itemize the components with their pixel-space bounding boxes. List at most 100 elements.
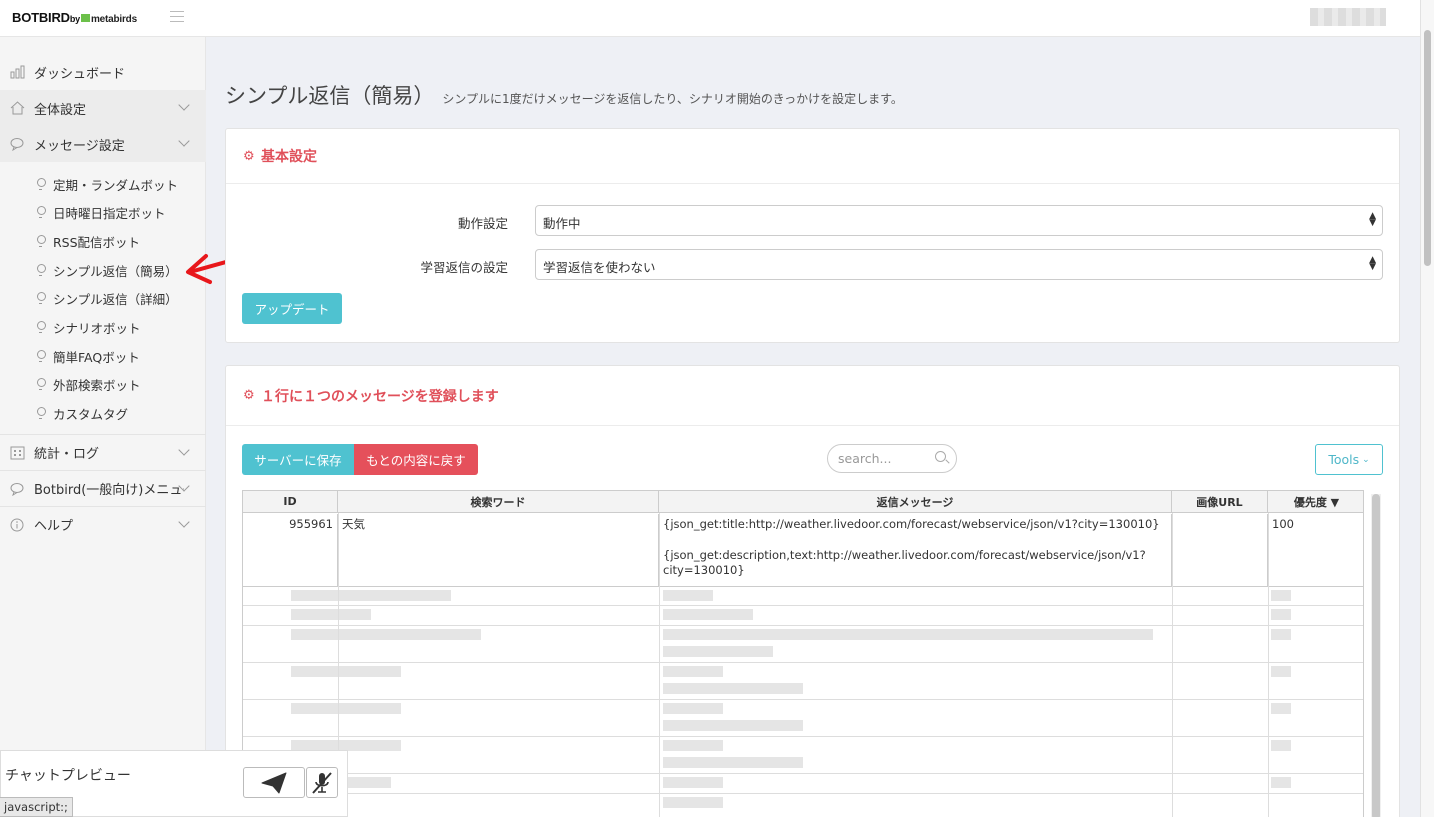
metabirds-logo-icon	[80, 14, 90, 22]
column-separator	[1268, 513, 1269, 817]
sidebar-subitem-scenario-bot[interactable]: シナリオボット	[36, 314, 141, 340]
sidebar: ダッシュボード 全体設定 メッセージ設定 定期・ランダムボット 日時曜日指定ボッ…	[0, 37, 206, 817]
table-scrollbar-thumb[interactable]	[1372, 494, 1380, 817]
sidebar-item-global-settings[interactable]: 全体設定	[0, 90, 206, 126]
learning-reply-value: 学習返信を使わない	[543, 260, 656, 275]
sidebar-subitem-external-search-bot[interactable]: 外部検索ボット	[36, 371, 141, 397]
column-header-keyword[interactable]: 検索ワード	[338, 491, 659, 513]
blurred-row-content	[1271, 629, 1291, 640]
updown-arrows-icon: ▲ ▼	[1369, 211, 1376, 228]
learning-reply-label: 学習返信の設定	[420, 260, 508, 275]
blurred-row-content	[1271, 590, 1291, 601]
cell-priority[interactable]: 100	[1268, 514, 1363, 586]
sidebar-subitem-datetime-bot[interactable]: 日時曜日指定ボット	[36, 199, 166, 225]
blurred-row-content	[1271, 740, 1291, 751]
search-placeholder: search...	[838, 451, 892, 466]
user-menu-blurred[interactable]	[1310, 8, 1386, 26]
column-header-priority[interactable]: 優先度 ▼	[1268, 491, 1363, 513]
chevron-down-icon: ⌄	[1362, 454, 1370, 465]
sidebar-item-botbird-menu[interactable]: Botbird(一般向け)メニュー	[0, 470, 206, 506]
top-bar: BOTBIRDby metabirds	[0, 0, 1420, 37]
grid-icon	[10, 446, 25, 460]
cell-reply[interactable]: {json_get:title:http://weather.livedoor.…	[659, 514, 1172, 586]
operation-setting-select[interactable]: 動作中 ▲ ▼	[535, 205, 1383, 236]
menu-toggle-icon[interactable]	[170, 11, 184, 23]
save-to-server-button[interactable]: サーバーに保存	[242, 444, 354, 475]
sidebar-subitem-label: シナリオボット	[53, 320, 141, 336]
info-icon	[10, 518, 25, 532]
sidebar-subitem-label: シンプル返信（詳細）	[53, 291, 178, 307]
revert-button[interactable]: もとの内容に戻す	[354, 444, 478, 475]
sidebar-item-message-settings[interactable]: メッセージ設定	[0, 126, 206, 162]
column-separator	[659, 513, 660, 817]
cell-image-url[interactable]	[1172, 514, 1268, 586]
blurred-row-content	[291, 590, 451, 601]
logo-by-text: by	[69, 14, 80, 24]
column-header-image-url[interactable]: 画像URL	[1172, 491, 1268, 513]
learning-reply-select[interactable]: 学習返信を使わない ▲ ▼	[535, 249, 1383, 280]
cell-id[interactable]: 955961	[243, 514, 338, 586]
sidebar-item-stats-log[interactable]: 統計・ログ	[0, 434, 206, 470]
lightbulb-icon	[36, 407, 46, 419]
column-separator	[1172, 513, 1173, 817]
tools-button[interactable]: Tools ⌄	[1315, 444, 1383, 475]
send-button[interactable]	[243, 767, 305, 798]
bar-chart-icon	[10, 65, 25, 79]
logo-partner-text: metabirds	[90, 14, 137, 25]
messages-heading-text: １行に１つのメッセージを登録します	[261, 388, 499, 405]
blurred-row-content	[663, 590, 713, 601]
sidebar-item-help[interactable]: ヘルプ	[0, 506, 206, 542]
sidebar-subitem-label: 定期・ランダムボット	[53, 177, 179, 193]
blurred-row-content	[663, 797, 723, 808]
page-scrollbar-thumb[interactable]	[1424, 30, 1431, 266]
blurred-row-content	[663, 683, 803, 694]
sidebar-subitem-label: 外部検索ボット	[53, 377, 141, 393]
lightbulb-icon	[36, 235, 46, 247]
updown-arrows-icon: ▲ ▼	[1369, 255, 1376, 272]
operation-setting-value: 動作中	[543, 216, 581, 231]
blurred-row-content	[291, 666, 401, 677]
row-separator	[243, 793, 1363, 794]
sidebar-subitem-simple-reply-easy[interactable]: シンプル返信（簡易）	[36, 257, 178, 283]
search-icon	[935, 451, 946, 462]
sidebar-subitem-rss-bot[interactable]: RSS配信ボット	[36, 228, 140, 254]
table-scrollbar[interactable]	[1371, 494, 1381, 817]
lightbulb-icon	[36, 178, 46, 190]
brand-logo[interactable]: BOTBIRDby metabirds	[12, 10, 137, 25]
chevron-down-icon	[178, 99, 190, 111]
cell-keyword[interactable]: 天気	[338, 514, 659, 586]
sidebar-subitem-periodic-bot[interactable]: 定期・ランダムボット	[36, 171, 178, 197]
sidebar-subitem-simple-reply-detail[interactable]: シンプル返信（詳細）	[36, 285, 178, 311]
page-scrollbar[interactable]	[1420, 0, 1434, 817]
form-row-learning: 学習返信の設定 学習返信を使わない ▲ ▼	[226, 249, 1401, 281]
messages-heading: ⚙ １行に１つのメッセージを登録します	[226, 366, 1399, 426]
row-separator	[243, 605, 1363, 606]
search-input[interactable]: search...	[827, 444, 957, 473]
mic-toggle-button[interactable]	[306, 767, 338, 798]
blurred-row-content	[663, 646, 773, 657]
sidebar-item-label: メッセージ設定	[34, 138, 125, 154]
gear-icon: ⚙	[243, 148, 255, 164]
blurred-row-content	[663, 629, 1153, 640]
sidebar-subitem-label: 簡単FAQボット	[53, 349, 140, 365]
blurred-row-content	[291, 609, 371, 620]
blurred-row-content	[663, 740, 723, 751]
page-subtitle: シンプルに1度だけメッセージを返信したり、シナリオ開始のきっかけを設定します。	[442, 92, 903, 106]
sidebar-subitem-custom-tag[interactable]: カスタムタグ	[36, 400, 128, 426]
blurred-row-content	[1271, 609, 1291, 620]
chevron-down-icon	[178, 444, 190, 456]
page-title: シンプル返信（簡易） シンプルに1度だけメッセージを返信したり、シナリオ開始のきっ…	[225, 80, 903, 110]
update-button[interactable]: アップデート	[242, 293, 342, 324]
sidebar-subitem-label: RSS配信ボット	[53, 234, 141, 250]
blurred-row-content	[1271, 703, 1291, 714]
sidebar-subitem-faq-bot[interactable]: 簡単FAQボット	[36, 343, 140, 369]
gear-icon: ⚙	[243, 388, 255, 403]
tools-button-label: Tools	[1328, 452, 1360, 467]
column-header-reply[interactable]: 返信メッセージ	[659, 491, 1172, 513]
blurred-row-content	[663, 666, 723, 677]
form-row-operation: 動作設定 動作中 ▲ ▼	[226, 205, 1401, 237]
sidebar-item-dashboard[interactable]: ダッシュボード	[0, 54, 206, 90]
column-header-id[interactable]: ID	[243, 491, 338, 513]
messages-table[interactable]: ID 検索ワード 返信メッセージ 画像URL 優先度 ▼ 955961 天気 {…	[242, 490, 1364, 817]
lightbulb-icon	[36, 321, 46, 333]
